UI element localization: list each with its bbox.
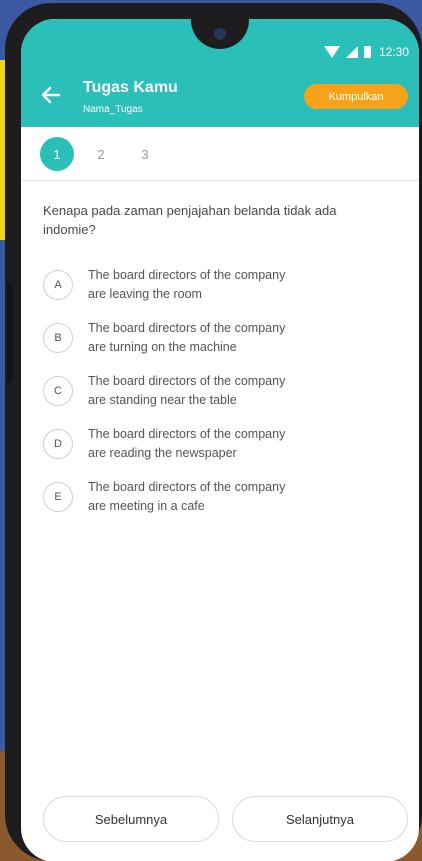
phone-frame: 12:30 Tugas Kamu Nama_Tugas Kumpulkan 1 … bbox=[5, 3, 422, 861]
option-line-1: The board directors of the company bbox=[88, 268, 286, 282]
status-bar: 12:30 bbox=[21, 19, 419, 67]
answer-option-a[interactable]: A The board directors of the company are… bbox=[43, 266, 383, 310]
answer-option-b[interactable]: B The board directors of the company are… bbox=[43, 319, 383, 363]
app-header: Tugas Kamu Nama_Tugas Kumpulkan bbox=[21, 67, 419, 127]
tab-question-1[interactable]: 1 bbox=[40, 137, 74, 171]
answer-option-c[interactable]: C The board directors of the company are… bbox=[43, 372, 383, 416]
question-tabs: 1 2 3 bbox=[21, 127, 419, 181]
next-button[interactable]: Selanjutnya bbox=[232, 796, 408, 842]
option-letter[interactable]: E bbox=[43, 482, 73, 512]
page-title: Tugas Kamu bbox=[83, 79, 178, 96]
option-text: The board directors of the company are t… bbox=[88, 319, 338, 357]
signal-icon bbox=[345, 46, 358, 58]
option-letter[interactable]: B bbox=[43, 323, 73, 353]
camera-icon bbox=[214, 28, 226, 40]
option-text: The board directors of the company are r… bbox=[88, 425, 338, 463]
tab-question-3[interactable]: 3 bbox=[128, 137, 162, 171]
answer-option-e[interactable]: E The board directors of the company are… bbox=[43, 478, 383, 522]
option-line-1: The board directors of the company bbox=[88, 480, 286, 494]
page-subtitle: Nama_Tugas bbox=[83, 104, 143, 115]
question-text: Kenapa pada zaman penjajahan belanda tid… bbox=[43, 203, 337, 237]
submit-button[interactable]: Kumpulkan bbox=[304, 84, 408, 109]
option-text: The board directors of the company are s… bbox=[88, 372, 338, 410]
option-letter[interactable]: D bbox=[43, 429, 73, 459]
battery-icon bbox=[363, 46, 371, 58]
option-line-2: are standing near the table bbox=[88, 393, 237, 407]
arrow-left-icon[interactable] bbox=[39, 83, 63, 107]
option-text: The board directors of the company are m… bbox=[88, 478, 338, 516]
option-line-2: are meeting in a cafe bbox=[88, 499, 205, 513]
status-icons: 12:30 bbox=[323, 45, 409, 59]
option-letter[interactable]: A bbox=[43, 270, 73, 300]
option-text: The board directors of the company are l… bbox=[88, 266, 338, 304]
wifi-icon bbox=[323, 46, 340, 58]
option-line-2: are reading the newspaper bbox=[88, 446, 237, 460]
status-time: 12:30 bbox=[378, 45, 409, 59]
option-line-2: are leaving the room bbox=[88, 287, 202, 301]
phone-screen: 12:30 Tugas Kamu Nama_Tugas Kumpulkan 1 … bbox=[21, 19, 419, 861]
answer-option-d[interactable]: D The board directors of the company are… bbox=[43, 425, 383, 469]
option-line-1: The board directors of the company bbox=[88, 321, 286, 335]
option-line-1: The board directors of the company bbox=[88, 374, 286, 388]
option-line-2: are turning on the machine bbox=[88, 340, 237, 354]
previous-button[interactable]: Sebelumnya bbox=[43, 796, 219, 842]
option-letter[interactable]: C bbox=[43, 376, 73, 406]
tab-question-2[interactable]: 2 bbox=[84, 137, 118, 171]
option-line-1: The board directors of the company bbox=[88, 427, 286, 441]
phone-side-button bbox=[7, 283, 13, 383]
